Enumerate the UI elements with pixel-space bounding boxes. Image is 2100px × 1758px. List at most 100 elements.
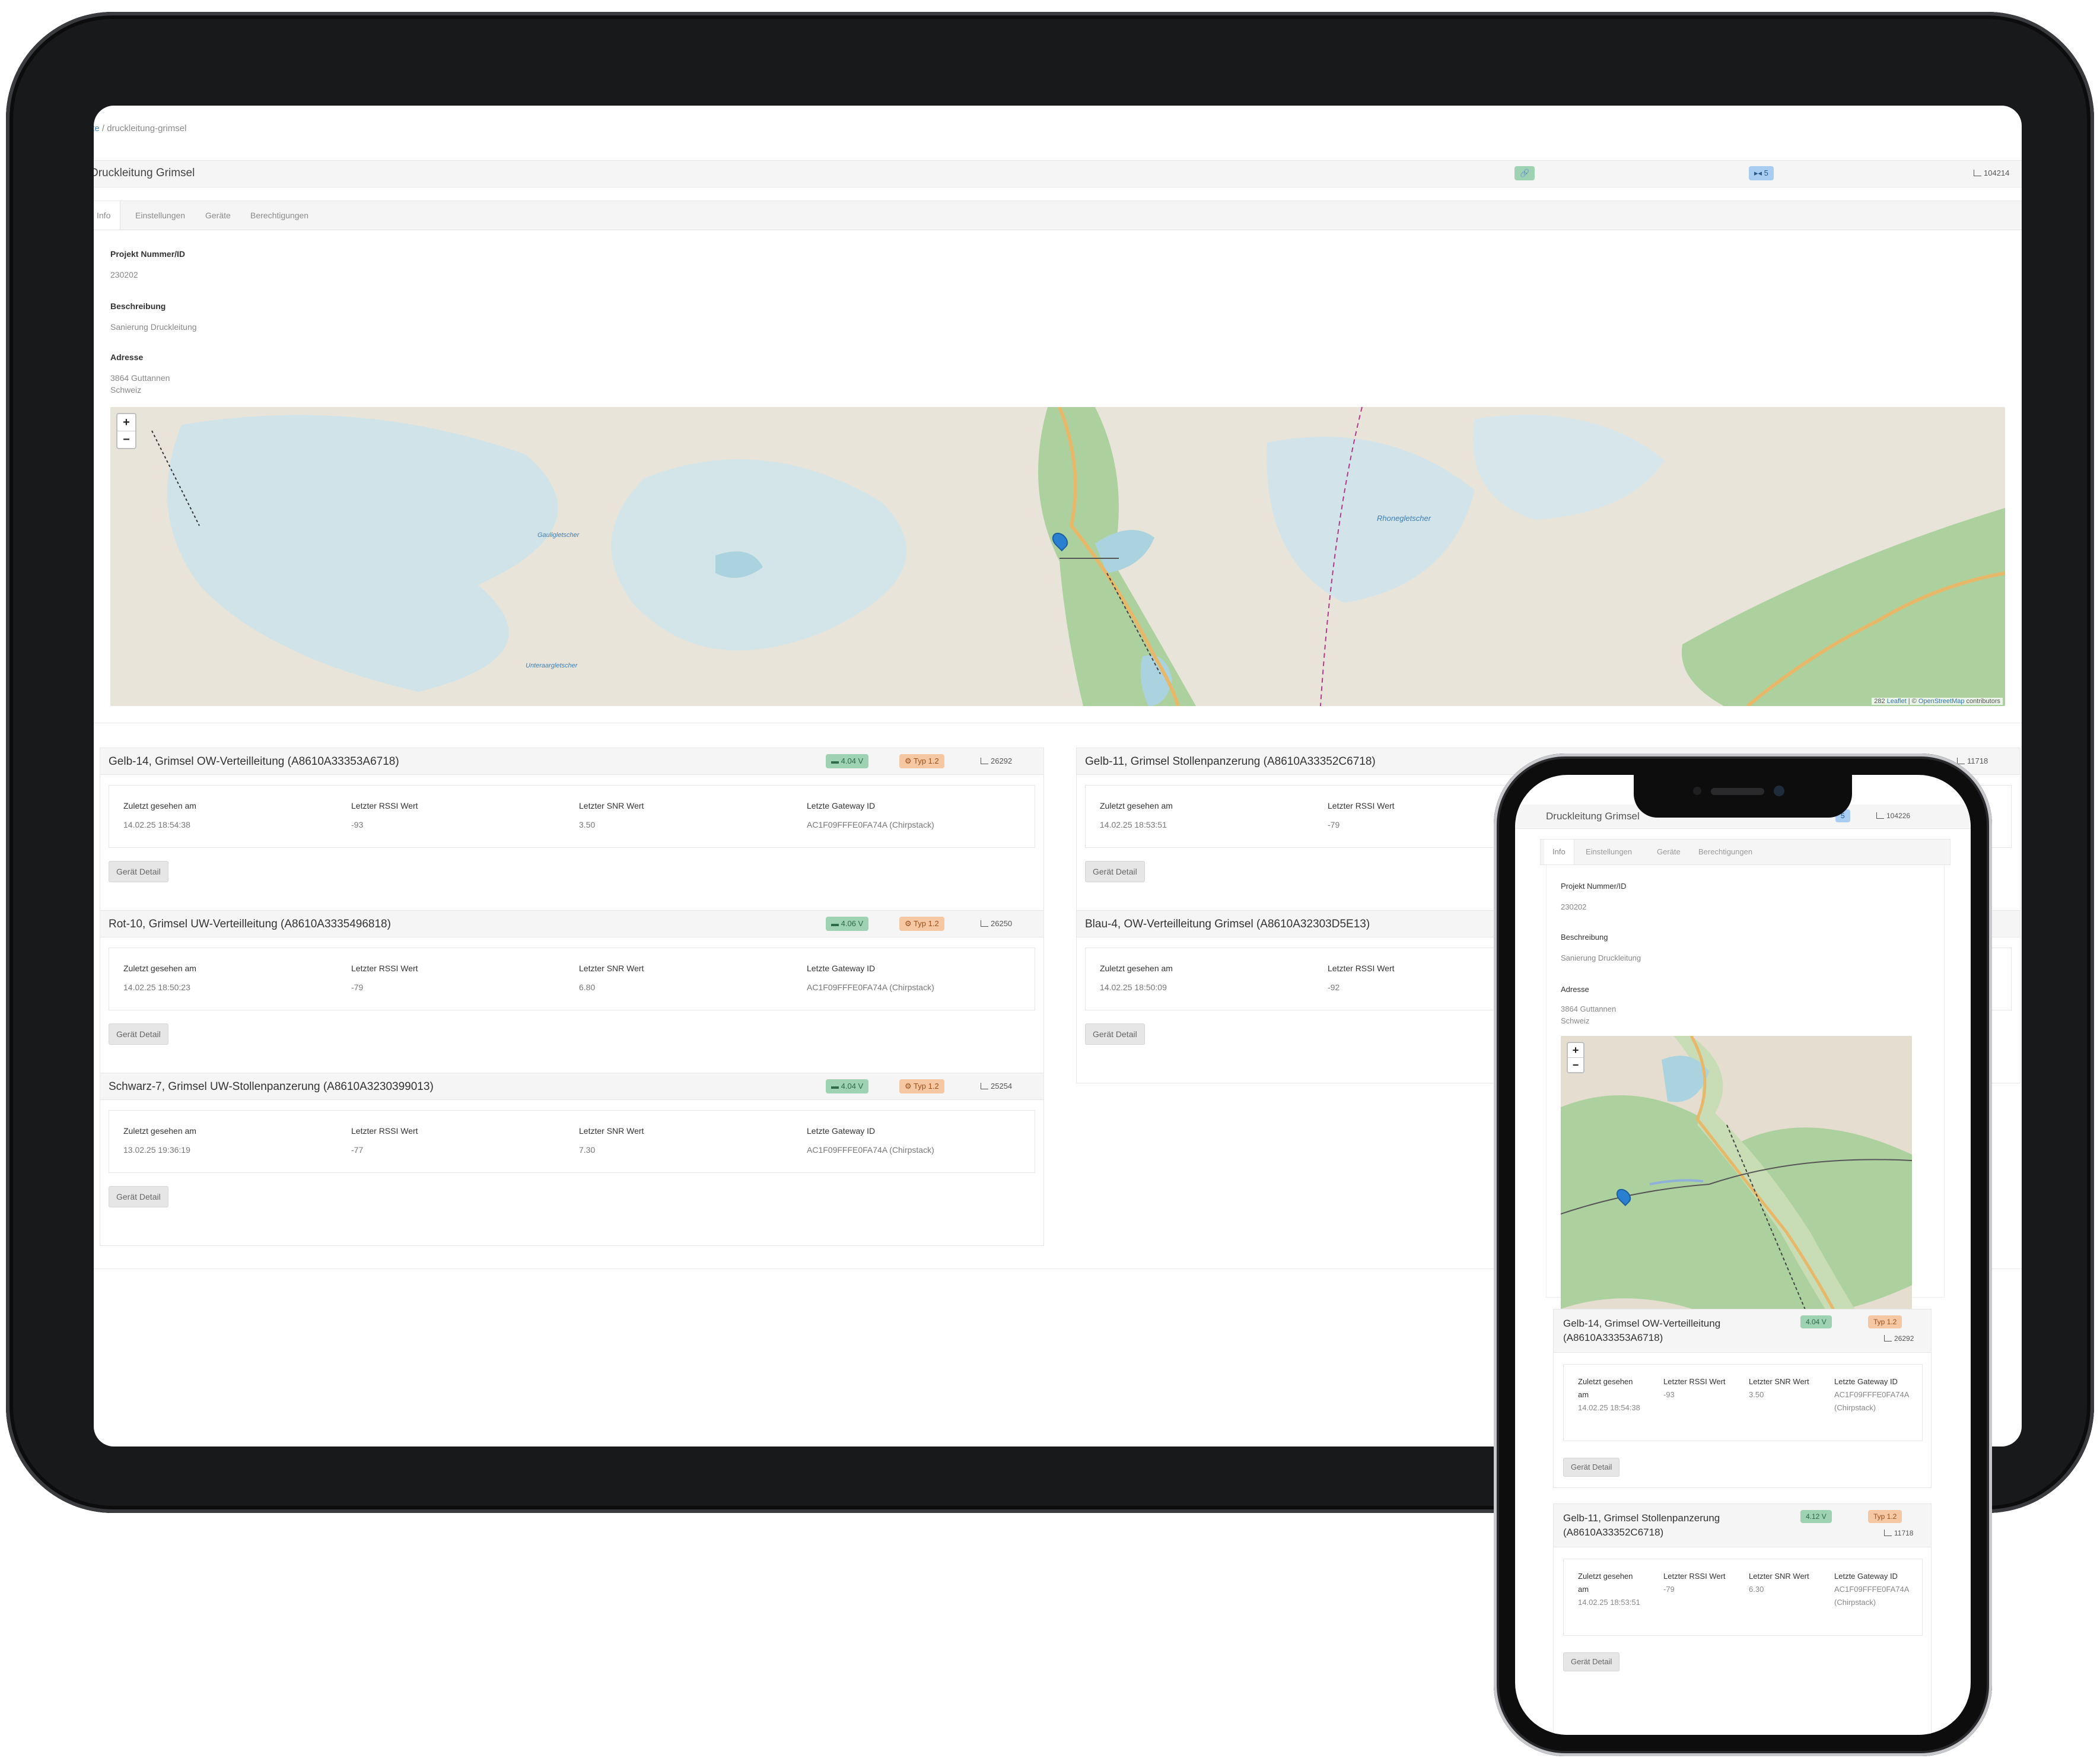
phone-tab-berechtigungen[interactable]: Berechtigungen — [1698, 840, 1752, 864]
device-name: Gelb-14, Grimsel OW-Verteilleitung (A861… — [109, 755, 399, 768]
phone-tab-info[interactable]: Info — [1544, 840, 1574, 864]
gateway-value: AC1F09FFFE0FA74A (Chirpstack) — [807, 1145, 934, 1155]
phone-device-card-gelb-14: Gelb-14, Grimsel OW-Verteilleitung (A8610… — [1553, 1309, 1932, 1488]
phone-snr-label: Letzter SNR Wert — [1749, 1377, 1809, 1386]
chart-icon — [1974, 170, 1981, 176]
phone-messages-badge: 104226 — [1871, 809, 1916, 822]
chart-icon — [1884, 1335, 1892, 1341]
phone-gateway-label: Letzte Gateway ID — [1834, 1377, 1898, 1386]
zoom-in-button[interactable]: + — [117, 414, 135, 431]
phone-info-panel: Projekt Nummer/ID 230202 Beschreibung Sa… — [1546, 864, 1945, 1333]
phone-device-detail-button[interactable]: Gerät Detail — [1563, 1458, 1620, 1477]
messages-badge: 26250 — [975, 917, 1017, 931]
address-label: Adresse — [110, 352, 144, 362]
last-seen-value: 14.02.25 18:50:09 — [1100, 983, 1167, 992]
phone-description-label: Beschreibung — [1561, 933, 1608, 942]
description-value: Sanierung Druckleitung — [110, 322, 197, 332]
tab-info[interactable]: Info — [94, 201, 121, 230]
devices-count: 5 — [1764, 169, 1768, 177]
last-seen-value: 14.02.25 18:54:38 — [123, 820, 190, 829]
leaflet-link[interactable]: Leaflet — [1887, 698, 1907, 705]
type-value: Typ 1.2 — [914, 1082, 939, 1091]
phone-tab-geraete[interactable]: Geräte — [1657, 840, 1681, 864]
rssi-label: Letzter RSSI Wert — [351, 1126, 418, 1136]
voltage-badge: ▬ 4.04 V — [826, 1079, 869, 1093]
address-line-1: 3864 Guttannen — [110, 373, 170, 383]
phone-rssi-value: -93 — [1663, 1390, 1675, 1399]
device-card-gelb-14: Gelb-14, Grimsel OW-Verteilleitung (A861… — [100, 748, 1044, 921]
phone-zoom-out-button[interactable]: − — [1568, 1058, 1583, 1072]
tab-geraete[interactable]: Geräte — [196, 201, 240, 230]
device-detail-button[interactable]: Gerät Detail — [109, 1186, 168, 1207]
map-attribution: 282 Leaflet | © OpenStreetMap contributo… — [1872, 698, 2003, 705]
phone-address-label: Adresse — [1561, 985, 1589, 994]
phone-voltage-value: 4.12 V — [1806, 1512, 1827, 1521]
phone-tab-einstellungen[interactable]: Einstellungen — [1586, 840, 1632, 864]
osm-link[interactable]: OpenStreetMap — [1918, 698, 1965, 705]
phone-snr-value: 6.30 — [1749, 1585, 1764, 1594]
zoom-out-button[interactable]: − — [117, 431, 135, 448]
chart-icon — [981, 1083, 988, 1089]
voltage-value: 4.04 V — [841, 1082, 864, 1091]
snr-label: Letzter SNR Wert — [579, 1126, 644, 1136]
battery-icon: ▬ — [831, 1082, 841, 1091]
snr-value: 7.30 — [579, 1145, 596, 1155]
phone-messages-count: 104226 — [1886, 812, 1911, 820]
phone-map-view[interactable]: + − Leaflet | © OpenStreetMap contributo… — [1561, 1036, 1912, 1333]
gear-icon: ⚙ — [905, 1082, 914, 1091]
chart-icon — [981, 920, 988, 927]
device-name: Gelb-11, Grimsel Stollenpanzerung (A8610… — [1085, 755, 1376, 768]
type-badge: ⚙ Typ 1.2 — [899, 1079, 944, 1093]
device-detail-button[interactable]: Gerät Detail — [1085, 1023, 1145, 1045]
device-detail-button[interactable]: Gerät Detail — [109, 1023, 168, 1045]
phone-messages-value: 26292 — [1894, 1334, 1914, 1343]
phone-messages-badge: 11718 — [1879, 1527, 1918, 1540]
last-seen-value: 13.02.25 19:36:19 — [123, 1145, 190, 1155]
phone-gateway-label: Letzte Gateway ID — [1834, 1572, 1898, 1581]
phone-zoom-in-button[interactable]: + — [1568, 1043, 1583, 1058]
phone-voltage-value: 4.04 V — [1806, 1318, 1827, 1326]
phone-device-detail-button[interactable]: Gerät Detail — [1563, 1652, 1620, 1671]
breadcrumb-current: druckleitung-grimsel — [107, 123, 187, 133]
phone-project-id-value: 230202 — [1561, 902, 1587, 911]
gateway-value: AC1F09FFFE0FA74A (Chirpstack) — [807, 983, 934, 992]
phone-device-name-line-2: (A8610A33353A6718) — [1563, 1332, 1663, 1343]
rssi-value: -93 — [351, 820, 364, 829]
phone-notch — [1634, 775, 1852, 818]
attribution-suffix: contributors — [1964, 698, 2000, 705]
phone-gateway-source: (Chirpstack) — [1834, 1598, 1876, 1607]
devices-count-badge[interactable]: ▸◂ 5 — [1749, 166, 1774, 180]
zoom-control: + − — [116, 413, 136, 449]
snr-value: 6.80 — [579, 983, 596, 992]
voltage-badge: ▬ 4.04 V — [826, 754, 869, 768]
earpiece-speaker — [1711, 788, 1764, 795]
phone-type-badge: Typ 1.2 — [1868, 1510, 1902, 1523]
messages-value: 26292 — [991, 756, 1013, 765]
tab-berechtigungen[interactable]: Berechtigungen — [241, 201, 318, 230]
last-seen-label: Zuletzt gesehen am — [123, 801, 196, 810]
breadcrumb-home-link[interactable]: Liste — [94, 123, 100, 133]
messages-count: 104214 — [1984, 169, 2010, 177]
tab-einstellungen[interactable]: Einstellungen — [126, 201, 195, 230]
link-badge[interactable]: 🔗 — [1514, 166, 1535, 180]
device-card-header: Schwarz-7, Grimsel UW-Stollenpanzerung (… — [100, 1073, 1043, 1100]
battery-icon: ▬ — [831, 919, 841, 928]
project-id-label: Projekt Nummer/ID — [110, 249, 186, 259]
last-seen-label: Zuletzt gesehen am — [123, 1126, 196, 1136]
gateway-value: AC1F09FFFE0FA74A (Chirpstack) — [807, 820, 934, 829]
messages-badge: 26292 — [975, 754, 1017, 768]
device-card-header: Rot-10, Grimsel UW-Verteilleitung (A8610… — [100, 911, 1043, 937]
device-detail-button[interactable]: Gerät Detail — [109, 861, 168, 882]
device-detail-button[interactable]: Gerät Detail — [1085, 861, 1145, 882]
gear-icon: ⚙ — [905, 756, 914, 765]
map-label-gauligletscher: Gauligletscher — [537, 532, 580, 539]
phone-device-stats: Zuletzt gesehen am 14.02.25 18:54:38 Let… — [1563, 1364, 1923, 1441]
voltage-value: 4.06 V — [841, 919, 864, 928]
device-stats: Zuletzt gesehen am 14.02.25 18:54:38 Let… — [109, 785, 1035, 848]
messages-value: 26250 — [991, 919, 1013, 928]
type-badge: ⚙ Typ 1.2 — [899, 754, 944, 768]
phone-device-name: Gelb-11, Grimsel Stollenpanzerung (A8610A… — [1563, 1511, 1794, 1540]
map-view[interactable]: Gauligletscher Rhonegletscher Unteraargl… — [110, 407, 2005, 706]
proximity-sensor — [1693, 787, 1701, 795]
phone-address-line-1: 3864 Guttannen — [1561, 1004, 1617, 1013]
